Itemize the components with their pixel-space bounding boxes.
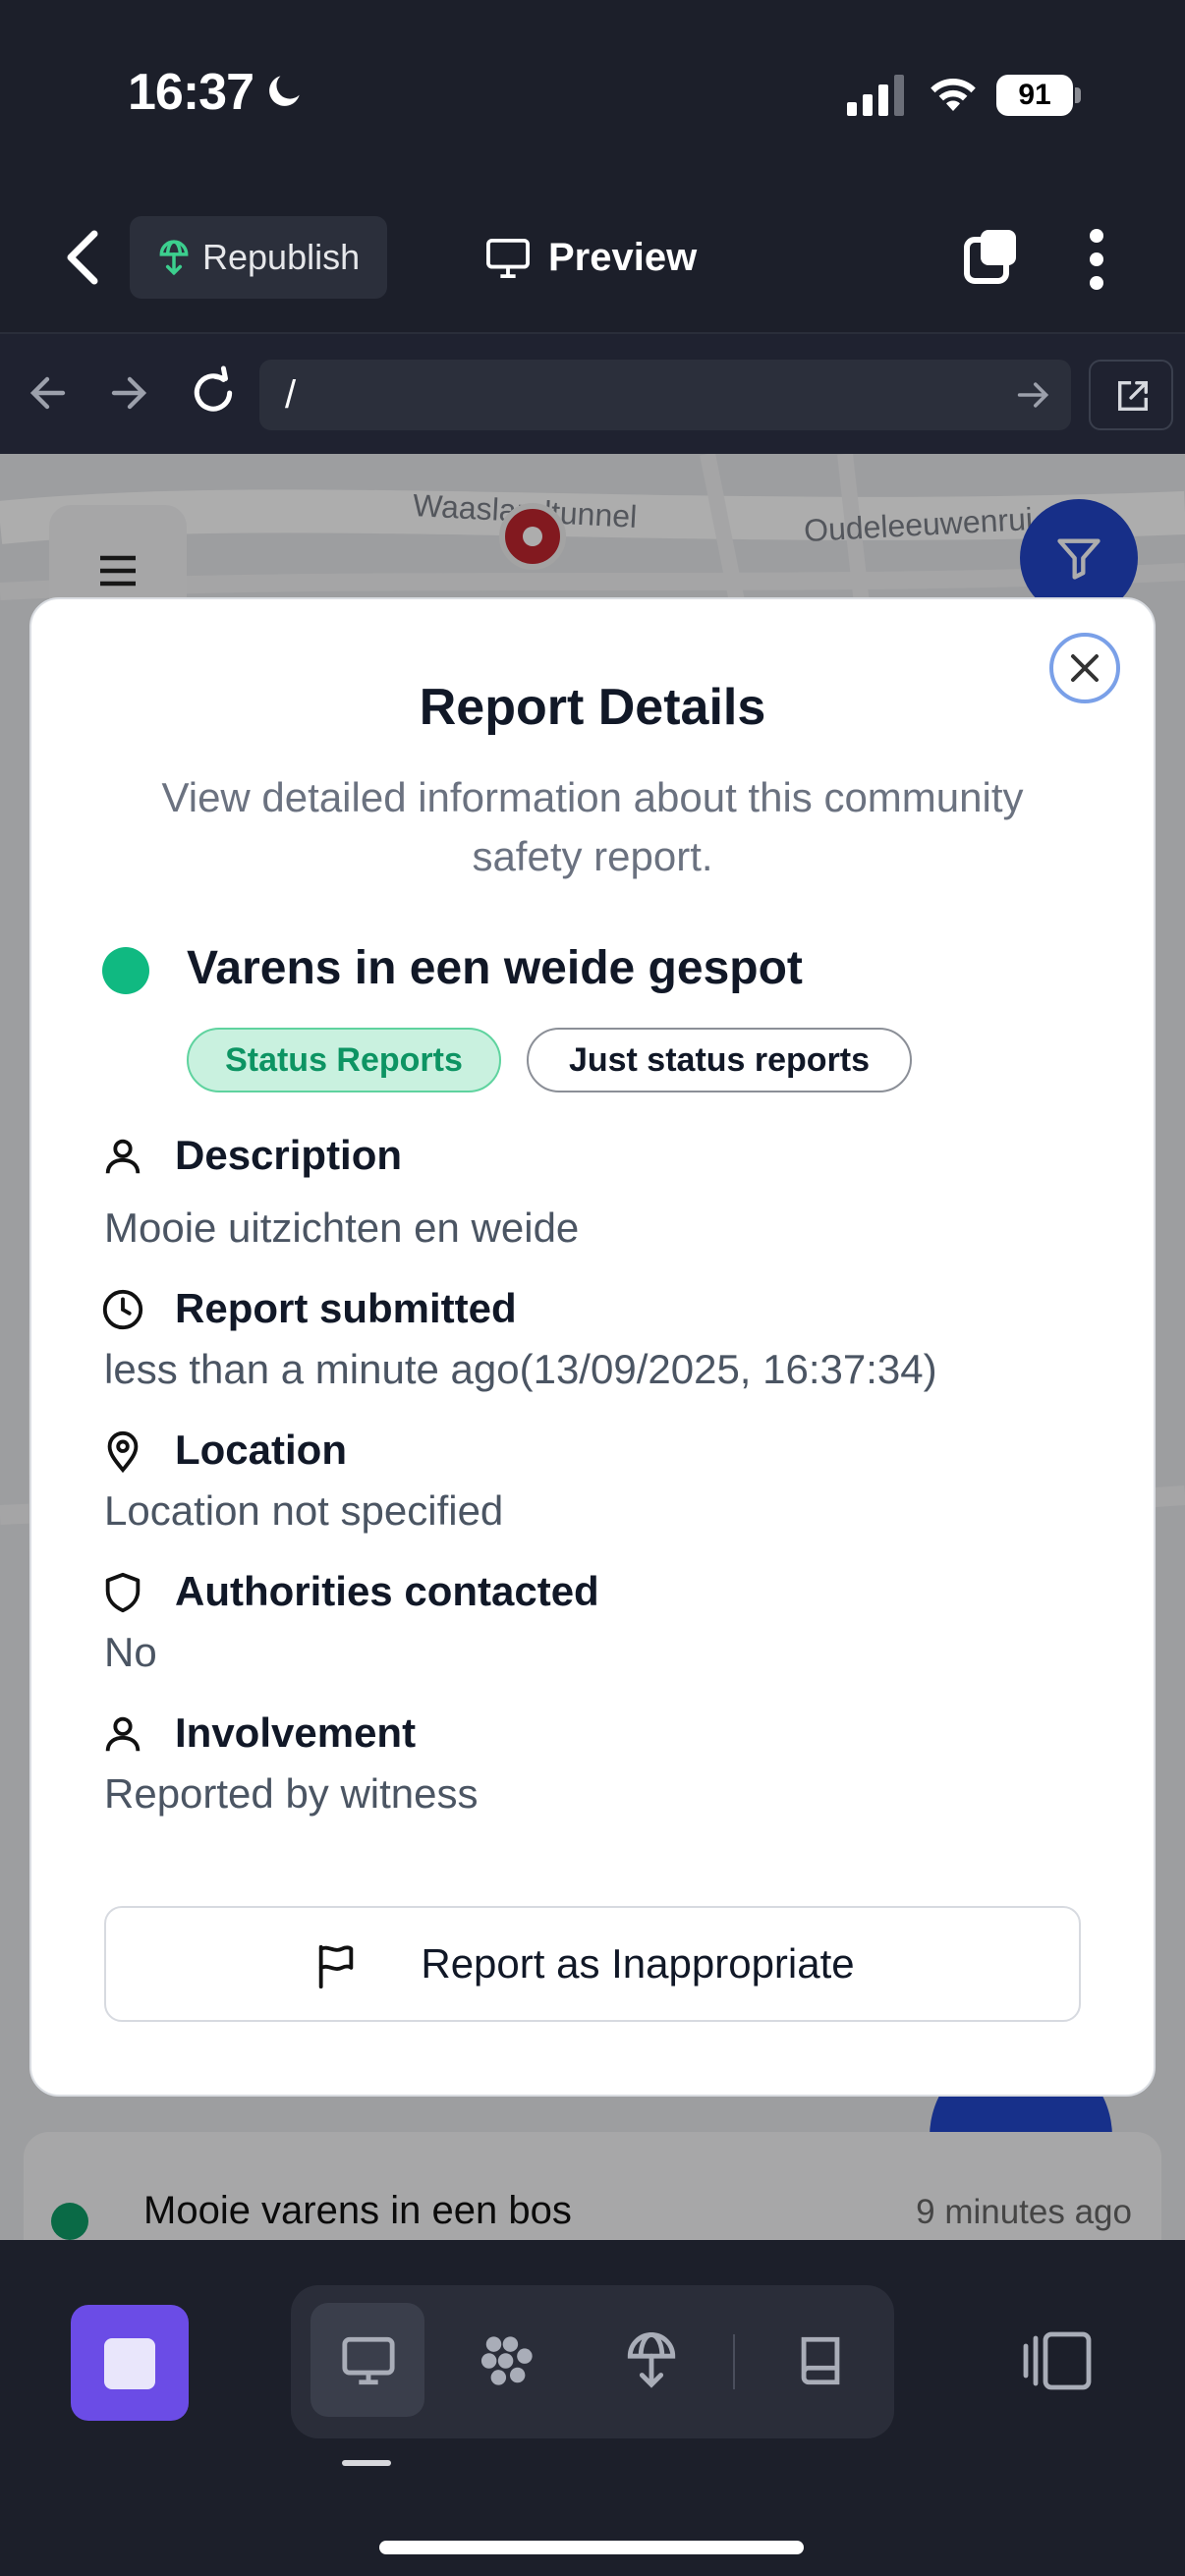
monitor-icon <box>486 238 530 279</box>
detail-location-heading: Location <box>104 1427 347 1474</box>
report-inappropriate-button[interactable]: Report as Inappropriate <box>104 1906 1081 2022</box>
battery-indicator: 91 <box>996 75 1081 116</box>
status-time: 16:37 <box>128 64 254 121</box>
clock-icon <box>102 1289 143 1330</box>
stop-button[interactable] <box>71 2305 189 2421</box>
user-icon <box>105 1139 141 1174</box>
detail-location-value: Location not specified <box>104 1487 504 1534</box>
battery-level: 91 <box>996 75 1073 116</box>
report-title: Varens in een weide gespot <box>187 942 803 994</box>
subcategory-badge: Just status reports <box>527 1028 912 1092</box>
arrow-left-icon[interactable] <box>28 368 67 418</box>
status-dot <box>102 947 149 994</box>
moon-icon <box>269 76 300 106</box>
home-indicator <box>379 2541 804 2554</box>
detail-involvement-value: Reported by witness <box>104 1770 479 1817</box>
dialog-subtitle: View detailed information about this com… <box>161 774 1024 879</box>
cluster-icon <box>480 2336 533 2385</box>
category-badge: Status Reports <box>187 1028 501 1092</box>
tabs-icon[interactable] <box>963 228 1020 287</box>
detail-submitted-value: less than a minute ago(13/09/2025, 16:37… <box>104 1346 937 1392</box>
report-inappropriate-label: Report as Inappropriate <box>421 1940 855 1987</box>
mode-divider <box>733 2334 735 2389</box>
go-arrow-icon[interactable] <box>1016 377 1051 413</box>
workflow-view-button[interactable] <box>450 2303 564 2417</box>
dialog-title: Report Details <box>419 679 766 736</box>
detail-involvement-heading: Involvement <box>104 1709 416 1757</box>
publish-view-button[interactable] <box>593 2303 707 2417</box>
external-link-icon <box>1117 380 1149 412</box>
map-pin-icon <box>107 1430 139 1474</box>
wifi-icon <box>931 79 976 111</box>
url-text: / <box>285 373 297 417</box>
detail-authorities-heading: Authorities contacted <box>104 1568 599 1615</box>
status-bar: 16:37 91 <box>0 0 1185 187</box>
flag-icon <box>318 1944 354 1988</box>
book-icon <box>801 2336 840 2385</box>
open-external-button[interactable] <box>1089 360 1173 430</box>
detail-description-heading: Description <box>104 1132 402 1179</box>
user-icon <box>105 1716 141 1752</box>
republish-button[interactable]: Republish <box>130 216 387 299</box>
shield-icon <box>105 1572 141 1613</box>
republish-label: Republish <box>202 237 361 277</box>
republish-icon <box>627 2332 676 2388</box>
monitor-icon <box>342 2336 395 2385</box>
back-chevron-icon[interactable] <box>57 228 108 287</box>
docs-view-button[interactable] <box>762 2303 876 2417</box>
preview-label: Preview <box>548 236 698 279</box>
side-panel-icon[interactable] <box>1020 2330 1093 2391</box>
republish-icon <box>159 240 189 276</box>
url-input[interactable]: / <box>259 360 1071 430</box>
detail-submitted-heading: Report submitted <box>102 1285 517 1332</box>
arrow-right-icon[interactable] <box>110 368 149 418</box>
cellular-signal-icon <box>847 75 904 116</box>
more-vertical-icon[interactable] <box>1081 228 1112 291</box>
desktop-view-button[interactable] <box>310 2303 424 2417</box>
detail-description-value: Mooie uitzichten en weide <box>104 1204 580 1251</box>
active-indicator <box>342 2460 391 2466</box>
preview-button[interactable]: Preview <box>485 222 697 293</box>
reload-icon[interactable] <box>189 365 238 420</box>
detail-authorities-value: No <box>104 1629 157 1675</box>
